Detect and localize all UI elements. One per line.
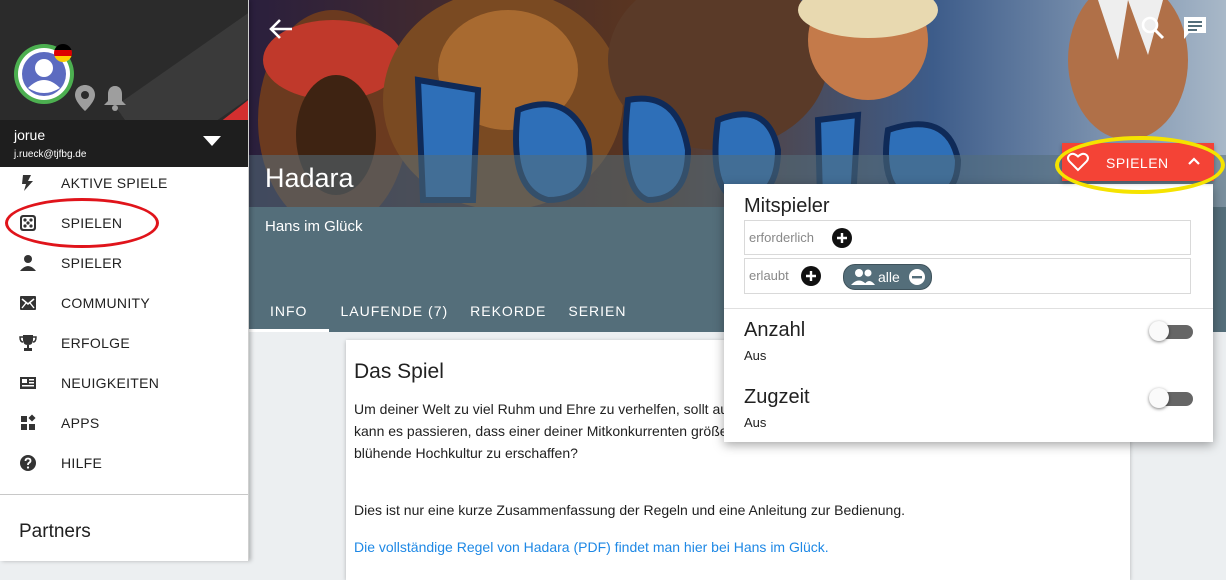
- apps-icon: [19, 414, 37, 432]
- remove-chip-icon[interactable]: [907, 267, 927, 287]
- sidebar-item-community[interactable]: COMMUNITY: [0, 283, 248, 323]
- timer-toggle[interactable]: [1149, 388, 1195, 408]
- user-email: j.rueck@tjfbg.de: [14, 149, 87, 160]
- help-icon: [19, 454, 37, 472]
- group-icon: [851, 268, 875, 286]
- lightning-icon: [19, 174, 37, 192]
- sidebar-item-aktive-spiele[interactable]: AKTIVE SPIELE: [0, 163, 248, 203]
- user-name: jorue: [14, 127, 46, 143]
- sidebar-item-label: AKTIVE SPIELE: [61, 175, 168, 191]
- publisher-name: Hans im Glück: [265, 218, 363, 235]
- sidebar-divider: [0, 494, 248, 495]
- location-pin-icon[interactable]: [74, 84, 96, 112]
- search-icon[interactable]: [1140, 15, 1166, 41]
- back-arrow-icon[interactable]: [268, 16, 294, 42]
- tab-bar: INFO LAUFENDE (7) REKORDE SERIEN: [248, 290, 638, 332]
- bell-icon[interactable]: [102, 84, 128, 112]
- allowed-players-field[interactable]: erlaubt alle: [744, 258, 1191, 294]
- sidebar-nav: AKTIVE SPIELE SPIELEN SPIELER COMMUNITY …: [0, 163, 248, 483]
- tab-laufende[interactable]: LAUFENDE (7): [329, 290, 459, 332]
- count-state: Aus: [744, 348, 767, 363]
- sidebar-item-label: HILFE: [61, 455, 103, 471]
- sidebar-item-label: COMMUNITY: [61, 295, 151, 311]
- count-toggle[interactable]: [1149, 321, 1195, 341]
- play-options-popup: Mitspieler erforderlich erlaubt alle Anz…: [724, 184, 1213, 442]
- sidebar-item-label: APPS: [61, 415, 100, 431]
- sidebar-item-neuigkeiten[interactable]: NEUIGKEITEN: [0, 363, 248, 403]
- players-heading: Mitspieler: [744, 195, 830, 217]
- account-dropdown-icon[interactable]: [203, 136, 221, 146]
- required-placeholder: erforderlich: [749, 230, 815, 245]
- account-header: jorue j.rueck@tjfbg.de: [0, 0, 248, 167]
- sidebar-item-hilfe[interactable]: HILFE: [0, 443, 248, 483]
- count-heading: Anzahl: [744, 319, 806, 341]
- chat-icon[interactable]: [1182, 15, 1208, 41]
- tab-serien[interactable]: SERIEN: [557, 290, 637, 332]
- sidebar-item-label: NEUIGKEITEN: [61, 375, 160, 391]
- sidebar-item-spielen[interactable]: SPIELEN: [0, 203, 248, 243]
- required-players-field[interactable]: erforderlich: [744, 220, 1191, 255]
- sidebar-item-apps[interactable]: APPS: [0, 403, 248, 443]
- sidebar: jorue j.rueck@tjfbg.de AKTIVE SPIELE SPI…: [0, 0, 249, 561]
- sidebar-item-spieler[interactable]: SPIELER: [0, 243, 248, 283]
- sidebar-item-label: SPIELEN: [61, 215, 123, 231]
- sidebar-item-label: SPIELER: [61, 255, 123, 271]
- play-button-highlight-ring: [1055, 136, 1225, 194]
- person-icon: [19, 254, 37, 272]
- game-title: Hadara: [265, 163, 354, 193]
- tab-rekorde[interactable]: REKORDE: [459, 290, 557, 332]
- german-flag-icon: [54, 44, 72, 62]
- rules-pdf-link[interactable]: Die vollständige Regel von Hadara (PDF) …: [354, 539, 829, 555]
- mail-icon: [19, 294, 37, 312]
- sidebar-item-label: ERFOLGE: [61, 335, 131, 351]
- allowed-placeholder: erlaubt: [749, 268, 789, 283]
- chip-label: alle: [878, 269, 900, 285]
- trophy-icon: [19, 334, 37, 352]
- popup-divider: [724, 308, 1213, 309]
- all-players-chip[interactable]: alle: [843, 264, 932, 290]
- card-paragraph: Dies ist nur eine kurze Zusammenfassung …: [354, 502, 905, 518]
- tab-info[interactable]: INFO: [248, 290, 330, 332]
- timer-state: Aus: [744, 415, 767, 430]
- add-required-player-icon[interactable]: [832, 228, 852, 248]
- timer-heading: Zugzeit: [744, 386, 810, 408]
- dice-icon: [19, 214, 37, 232]
- add-allowed-player-icon[interactable]: [801, 266, 821, 286]
- partners-heading: Partners: [19, 521, 91, 542]
- newspaper-icon: [19, 374, 37, 392]
- card-title: Das Spiel: [354, 360, 444, 383]
- sidebar-item-erfolge[interactable]: ERFOLGE: [0, 323, 248, 363]
